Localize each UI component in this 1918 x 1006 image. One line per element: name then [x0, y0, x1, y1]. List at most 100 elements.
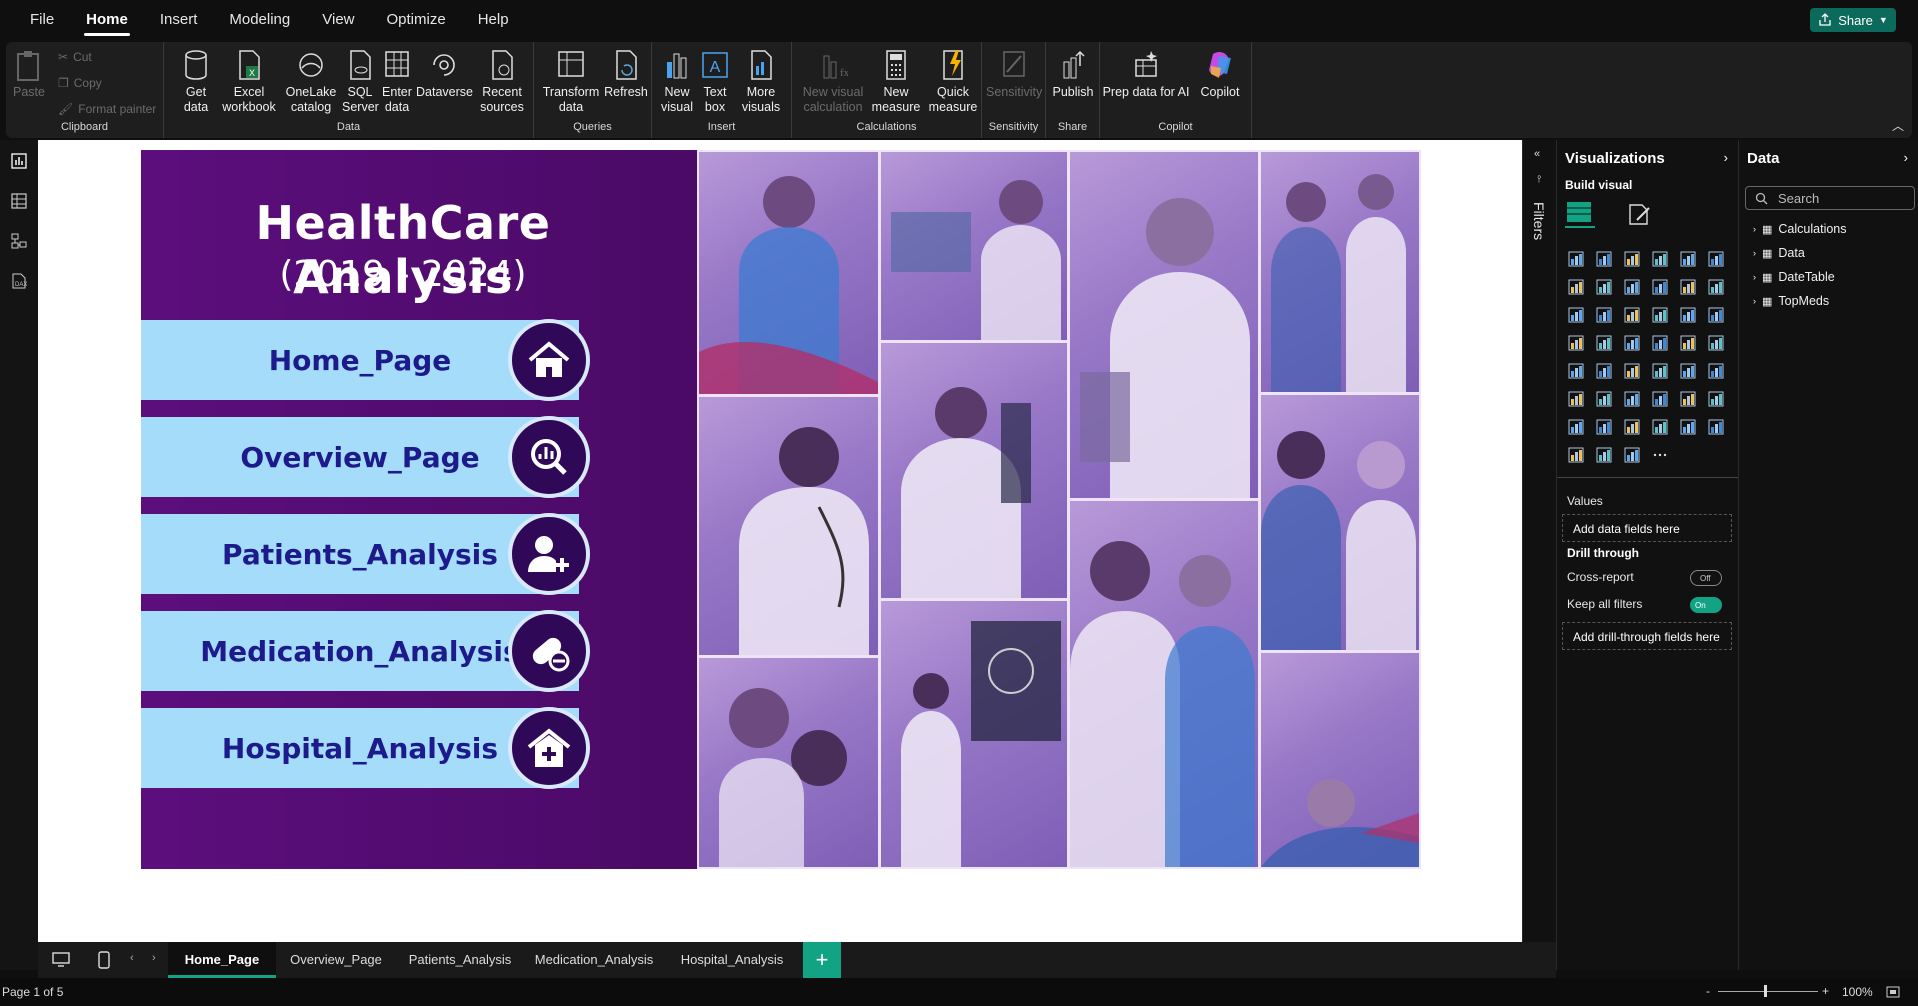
- menu-file[interactable]: File: [14, 0, 70, 40]
- excel-workbook-button[interactable]: X Excel workbook: [220, 48, 278, 115]
- zoom-slider[interactable]: [1718, 991, 1818, 992]
- more-visuals-button[interactable]: More visuals: [736, 48, 786, 115]
- add-drill-through-dropzone[interactable]: Add drill-through fields here: [1562, 622, 1732, 650]
- ribbon-chart-icon[interactable]: [1567, 306, 1585, 324]
- fit-to-page-icon[interactable]: [1886, 986, 1900, 998]
- tab-home-page[interactable]: Home_Page: [168, 942, 276, 978]
- prep-data-for-ai-button[interactable]: Prep data for AI: [1102, 48, 1190, 100]
- menu-help[interactable]: Help: [462, 0, 525, 40]
- chevron-visual-icon[interactable]: [1623, 446, 1641, 464]
- stacked-area-chart-icon[interactable]: [1623, 278, 1641, 296]
- tab-patients-analysis[interactable]: Patients_Analysis: [396, 942, 524, 978]
- treemap-icon[interactable]: [1567, 334, 1585, 352]
- home-icon[interactable]: [508, 319, 590, 401]
- report-view-icon[interactable]: [10, 152, 28, 170]
- zoom-in-button[interactable]: +: [1822, 984, 1829, 998]
- expand-filters-icon[interactable]: «: [1534, 148, 1540, 160]
- menu-modeling[interactable]: Modeling: [213, 0, 306, 40]
- paginated-report-icon[interactable]: [1707, 390, 1725, 408]
- line-clustered-column-chart-icon[interactable]: [1707, 278, 1725, 296]
- waterfall-chart-icon[interactable]: [1595, 306, 1613, 324]
- donut-chart-icon[interactable]: [1707, 306, 1725, 324]
- quick-measure-button[interactable]: Quick measure: [926, 48, 980, 115]
- collapse-data-icon[interactable]: ›: [1904, 150, 1908, 165]
- table-item-topmeds[interactable]: › ▦ TopMeds: [1753, 294, 1829, 308]
- 100-stacked-bar-chart-icon[interactable]: [1679, 250, 1697, 268]
- zoom-slider-thumb[interactable]: [1764, 985, 1767, 997]
- table-item-data[interactable]: › ▦ Data: [1753, 246, 1805, 260]
- menu-home[interactable]: Home: [70, 0, 144, 40]
- slicer-icon[interactable]: [1651, 362, 1669, 380]
- funnel-chart-icon[interactable]: [1623, 306, 1641, 324]
- format-painter-button[interactable]: 🖌 Format painter: [58, 102, 156, 116]
- dax-query-view-icon[interactable]: DAX: [10, 272, 28, 290]
- map-icon[interactable]: [1595, 334, 1613, 352]
- azure-map-icon[interactable]: [1679, 334, 1697, 352]
- shape-map-icon[interactable]: [1651, 334, 1669, 352]
- narrative-icon[interactable]: [1595, 418, 1613, 436]
- scatter-chart-icon[interactable]: [1651, 306, 1669, 324]
- text-box-button[interactable]: A Text box: [698, 48, 732, 115]
- refresh-button[interactable]: Refresh: [604, 48, 648, 100]
- build-visual-tab-icon[interactable]: [1565, 200, 1595, 228]
- add-data-fields-dropzone[interactable]: Add data fields here: [1562, 514, 1732, 542]
- tab-medication-analysis[interactable]: Medication_Analysis: [524, 942, 664, 978]
- button-slicer-icon[interactable]: [1679, 418, 1697, 436]
- onelake-catalog-button[interactable]: OneLake catalog: [282, 48, 340, 115]
- recent-sources-button[interactable]: Recent sources: [474, 48, 530, 115]
- copilot-button[interactable]: Copilot: [1194, 48, 1246, 100]
- new-visual-calculation-button[interactable]: fx New visual calculation: [800, 48, 866, 115]
- keep-all-filters-toggle[interactable]: On: [1690, 597, 1722, 613]
- key-influencers-icon[interactable]: [1623, 390, 1641, 408]
- get-data-button[interactable]: Get data: [178, 48, 214, 115]
- tab-hospital-analysis[interactable]: Hospital_Analysis: [664, 942, 800, 978]
- multi-row-card-icon[interactable]: [1595, 362, 1613, 380]
- fabric-visual-icon[interactable]: [1595, 446, 1613, 464]
- enter-data-button[interactable]: Enter data: [380, 48, 414, 115]
- clustered-bar-chart-icon[interactable]: [1623, 250, 1641, 268]
- more-visuals-icon[interactable]: [1651, 446, 1669, 464]
- filters-pane-collapsed[interactable]: « ⫯ Filters: [1522, 140, 1556, 942]
- transform-data-button[interactable]: Transform data: [540, 48, 602, 115]
- share-button[interactable]: Share ▼: [1810, 8, 1896, 32]
- 100-stacked-column-chart-icon[interactable]: [1707, 250, 1725, 268]
- line-stacked-column-chart-icon[interactable]: [1679, 278, 1697, 296]
- publish-button[interactable]: Publish: [1050, 48, 1096, 100]
- model-view-icon[interactable]: [10, 232, 28, 250]
- hospital-icon[interactable]: [508, 707, 590, 789]
- new-measure-button[interactable]: New measure: [868, 48, 924, 115]
- zoom-out-button[interactable]: -: [1706, 984, 1710, 998]
- 100-stacked-area-chart-icon[interactable]: [1651, 278, 1669, 296]
- pill-icon[interactable]: [508, 610, 590, 692]
- dataverse-button[interactable]: Dataverse: [416, 48, 473, 100]
- qa-visual-icon[interactable]: [1679, 390, 1697, 408]
- matrix-icon[interactable]: [1707, 362, 1725, 380]
- table-item-datetable[interactable]: › ▦ DateTable: [1753, 270, 1835, 284]
- new-card-icon[interactable]: [1707, 418, 1725, 436]
- stacked-bar-chart-icon[interactable]: [1567, 250, 1585, 268]
- sql-server-button[interactable]: SQL Server: [342, 48, 379, 115]
- tab-overview-page[interactable]: Overview_Page: [276, 942, 396, 978]
- add-page-button[interactable]: +: [803, 942, 841, 978]
- add-user-icon[interactable]: [508, 513, 590, 595]
- magnify-chart-icon[interactable]: [508, 416, 590, 498]
- table-item-calculations[interactable]: › ▦ Calculations: [1753, 222, 1847, 236]
- table-view-icon[interactable]: [10, 192, 28, 210]
- copy-button[interactable]: ❐ Copy: [58, 76, 102, 90]
- line-chart-icon[interactable]: [1567, 278, 1585, 296]
- decomposition-tree-icon[interactable]: [1651, 390, 1669, 408]
- python-visual-icon[interactable]: [1595, 390, 1613, 408]
- cross-report-toggle[interactable]: Off: [1690, 570, 1722, 586]
- stacked-column-chart-icon[interactable]: [1595, 250, 1613, 268]
- table-icon[interactable]: [1679, 362, 1697, 380]
- power-apps-icon[interactable]: [1623, 418, 1641, 436]
- sensitivity-button[interactable]: Sensitivity: [986, 48, 1042, 100]
- arcgis-map-icon[interactable]: [1567, 446, 1585, 464]
- tab-scroll-left-icon[interactable]: ‹: [130, 952, 134, 964]
- new-visual-button[interactable]: New visual: [658, 48, 696, 115]
- menu-insert[interactable]: Insert: [144, 0, 214, 40]
- data-search-input[interactable]: Search: [1745, 186, 1915, 210]
- kpi-icon[interactable]: [1623, 362, 1641, 380]
- pie-chart-icon[interactable]: [1679, 306, 1697, 324]
- cut-button[interactable]: ✂ Cut: [58, 50, 92, 64]
